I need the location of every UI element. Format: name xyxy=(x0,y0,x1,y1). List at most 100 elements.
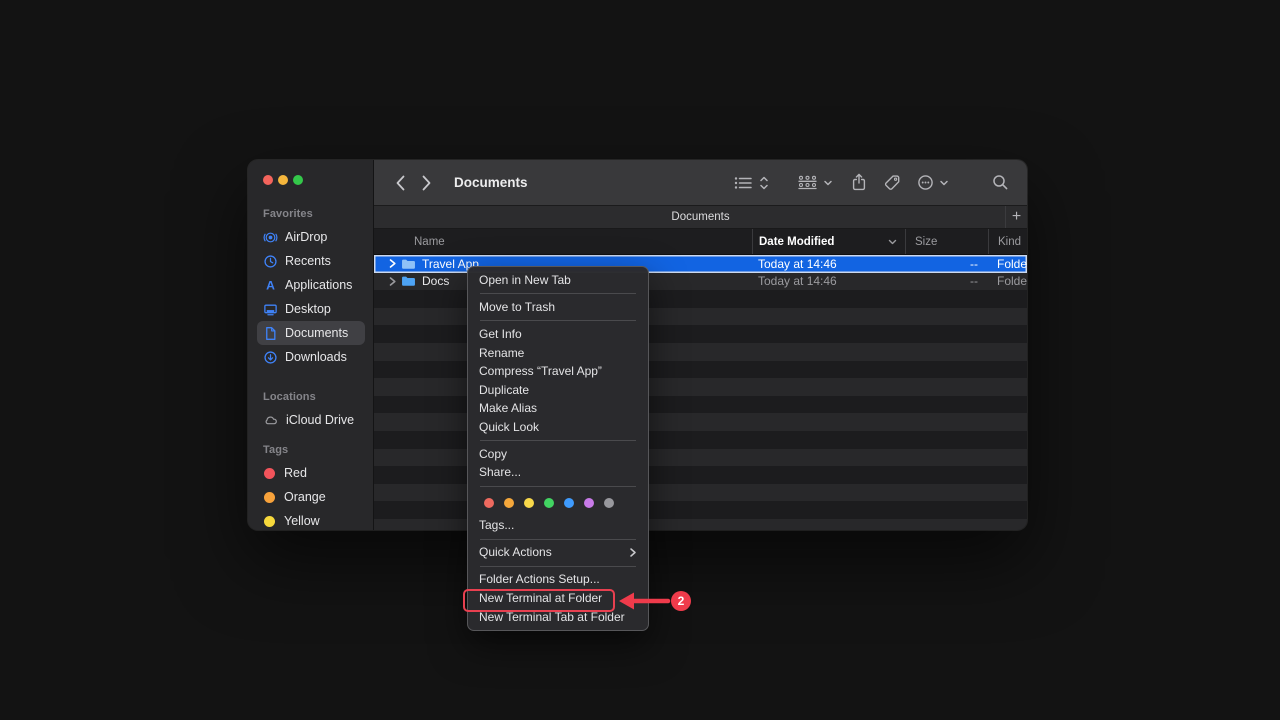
column-header-label: Date Modified xyxy=(759,236,834,248)
group-by-button[interactable] xyxy=(797,175,834,191)
clock-icon xyxy=(263,254,278,269)
menu-item-quick-actions[interactable]: Quick Actions xyxy=(468,543,648,562)
search-button[interactable] xyxy=(992,174,1009,191)
menu-item-duplicate[interactable]: Duplicate xyxy=(468,381,648,400)
menu-separator xyxy=(480,566,636,567)
submenu-chevron-icon xyxy=(629,547,637,558)
sidebar-item-tag-red[interactable]: Red xyxy=(257,461,365,485)
file-kind: Folder xyxy=(988,274,1027,288)
search-icon xyxy=(992,174,1009,191)
window-controls xyxy=(263,174,373,186)
sidebar-item-applications[interactable]: A Applications xyxy=(257,273,365,297)
purple-tag-dot[interactable] xyxy=(584,498,594,508)
column-headers: Name Date Modified Size Kind xyxy=(374,229,1027,255)
menu-item-rename[interactable]: Rename xyxy=(468,344,648,363)
red-tag-dot[interactable] xyxy=(484,498,494,508)
zoom-button[interactable] xyxy=(293,175,303,185)
cloud-icon xyxy=(263,413,279,428)
annotation-highlight-box xyxy=(463,589,615,612)
ellipsis-circle-icon xyxy=(917,174,934,191)
minimize-button[interactable] xyxy=(278,175,288,185)
file-date: Today at 14:46 xyxy=(752,257,905,271)
chevron-down-icon xyxy=(938,178,950,188)
menu-item-open-in-new-tab[interactable]: Open in New Tab xyxy=(468,271,648,290)
menu-item-compress[interactable]: Compress “Travel App” xyxy=(468,362,648,381)
annotation-step-badge: 2 xyxy=(671,591,691,611)
blue-tag-dot[interactable] xyxy=(564,498,574,508)
window-title: Documents xyxy=(454,175,528,190)
tab-bar: Documents + xyxy=(374,205,1027,229)
sidebar-item-label: Yellow xyxy=(284,514,320,528)
sidebar-item-label: Recents xyxy=(285,254,331,268)
context-menu: Open in New Tab Move to Trash Get Info R… xyxy=(467,266,649,631)
view-mode-button[interactable] xyxy=(733,175,753,191)
chevron-down-icon xyxy=(822,178,834,188)
sidebar-item-label: Downloads xyxy=(285,350,347,364)
menu-separator xyxy=(480,320,636,321)
sidebar-item-tag-orange[interactable]: Orange xyxy=(257,485,365,509)
red-tag-icon xyxy=(264,468,275,479)
file-kind: Folder xyxy=(988,257,1027,271)
menu-tag-colors xyxy=(468,490,648,516)
column-header-date-modified[interactable]: Date Modified xyxy=(752,229,905,254)
sidebar-section-locations: Locations xyxy=(263,391,373,403)
applications-icon: A xyxy=(263,278,278,293)
menu-item-get-info[interactable]: Get Info xyxy=(468,325,648,344)
menu-separator xyxy=(480,293,636,294)
sidebar: Favorites AirDrop Recents xyxy=(248,160,374,530)
tag-icon xyxy=(884,174,901,191)
green-tag-dot[interactable] xyxy=(544,498,554,508)
downloads-icon xyxy=(263,350,278,365)
forward-button[interactable] xyxy=(421,174,432,192)
menu-item-share[interactable]: Share... xyxy=(468,463,648,482)
yellow-tag-dot[interactable] xyxy=(524,498,534,508)
sidebar-item-desktop[interactable]: Desktop xyxy=(257,297,365,321)
column-header-name[interactable]: Name xyxy=(374,229,752,254)
sidebar-item-icloud-drive[interactable]: iCloud Drive xyxy=(257,408,365,432)
sidebar-item-label: Applications xyxy=(285,278,352,292)
sidebar-item-downloads[interactable]: Downloads xyxy=(257,345,365,369)
more-options-button[interactable] xyxy=(917,174,950,191)
view-mode-chevrons[interactable] xyxy=(759,175,769,191)
orange-tag-dot[interactable] xyxy=(504,498,514,508)
chevron-left-icon xyxy=(395,174,406,192)
sidebar-item-airdrop[interactable]: AirDrop xyxy=(257,225,365,249)
sidebar-section-favorites: Favorites xyxy=(263,208,373,220)
gray-tag-dot[interactable] xyxy=(604,498,614,508)
file-size: -- xyxy=(905,257,988,271)
toolbar: Documents xyxy=(374,160,1027,205)
document-icon xyxy=(263,326,278,341)
menu-separator xyxy=(480,440,636,441)
file-name: Docs xyxy=(422,274,449,288)
folder-icon xyxy=(401,275,416,287)
menu-separator xyxy=(480,486,636,487)
sidebar-item-documents[interactable]: Documents xyxy=(257,321,365,345)
menu-separator xyxy=(480,539,636,540)
tab-documents[interactable]: Documents xyxy=(374,211,1027,223)
disclosure-chevron-icon[interactable] xyxy=(388,276,397,287)
airdrop-icon xyxy=(263,230,278,245)
sidebar-item-label: Documents xyxy=(285,326,348,340)
menu-item-quick-look[interactable]: Quick Look xyxy=(468,418,648,437)
close-button[interactable] xyxy=(263,175,273,185)
tags-button[interactable] xyxy=(884,174,901,191)
yellow-tag-icon xyxy=(264,516,275,527)
menu-item-make-alias[interactable]: Make Alias xyxy=(468,399,648,418)
share-icon xyxy=(851,173,867,192)
menu-item-move-to-trash[interactable]: Move to Trash xyxy=(468,298,648,317)
sidebar-item-label: Orange xyxy=(284,490,326,504)
chevron-right-icon xyxy=(421,174,432,192)
list-view-icon xyxy=(733,175,753,191)
menu-item-copy[interactable]: Copy xyxy=(468,445,648,464)
sidebar-item-tag-yellow[interactable]: Yellow xyxy=(257,509,365,530)
annotation-arrow-icon xyxy=(616,586,676,616)
back-button[interactable] xyxy=(395,174,406,192)
sidebar-item-label: AirDrop xyxy=(285,230,327,244)
sidebar-item-recents[interactable]: Recents xyxy=(257,249,365,273)
menu-item-tags[interactable]: Tags... xyxy=(468,516,648,535)
new-tab-button[interactable]: + xyxy=(1005,206,1027,228)
disclosure-chevron-icon[interactable] xyxy=(388,258,397,269)
column-header-kind[interactable]: Kind xyxy=(988,229,1027,254)
share-button[interactable] xyxy=(851,173,867,192)
column-header-size[interactable]: Size xyxy=(905,229,988,254)
